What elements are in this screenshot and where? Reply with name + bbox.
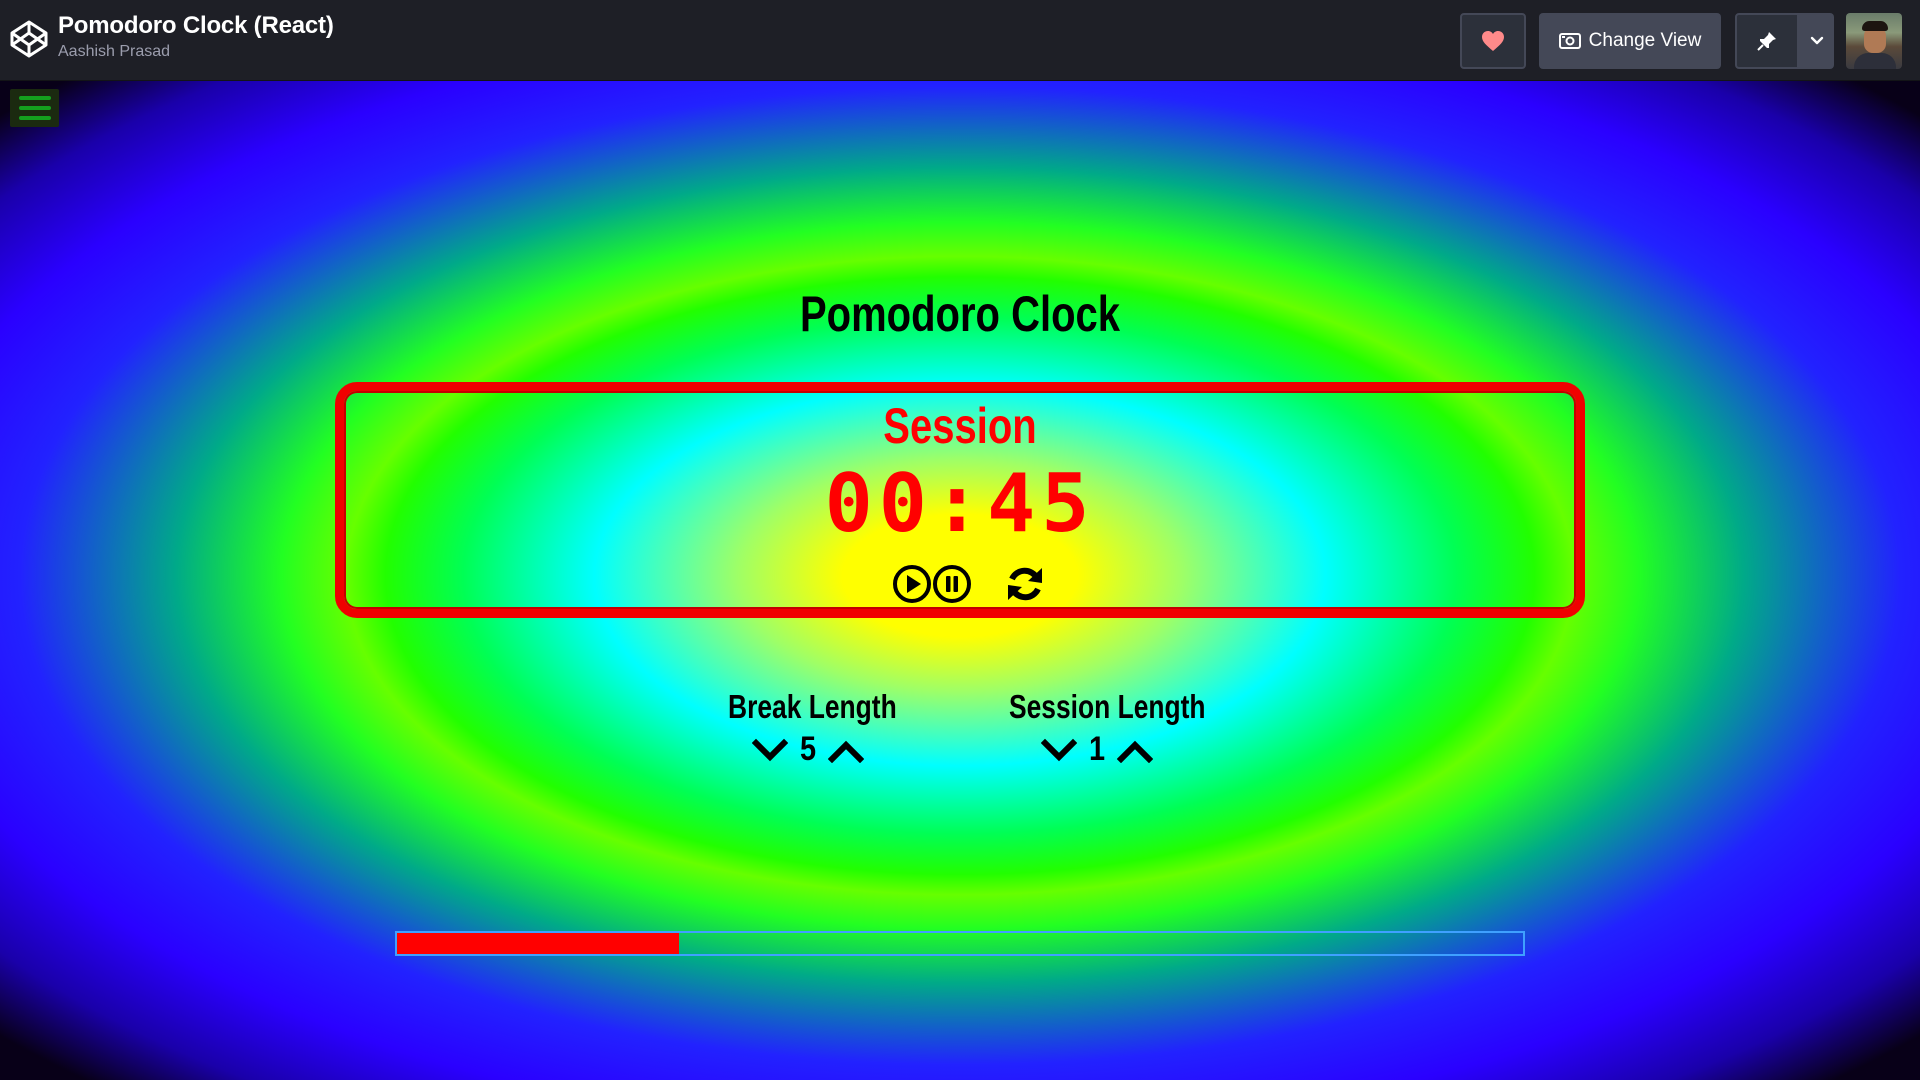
avatar-body-shape (1854, 53, 1896, 69)
timer-display: 00:45 (824, 457, 1096, 550)
change-view-button[interactable]: Change View (1539, 13, 1721, 69)
break-increment-button[interactable] (828, 737, 864, 763)
avatar-hair-shape (1862, 21, 1888, 31)
hamburger-menu-button[interactable] (10, 89, 59, 127)
break-length-label: Break Length (728, 688, 897, 725)
chevron-up-icon (828, 740, 864, 763)
session-length-label: Session Length (1009, 688, 1206, 725)
pin-dropdown-button[interactable] (1799, 13, 1834, 69)
app-title: Pomodoro Clock (799, 286, 1121, 342)
session-length-group: Session Length 1 (987, 688, 1207, 769)
reset-button[interactable] (1004, 564, 1046, 604)
pause-button[interactable] (932, 564, 972, 604)
session-length-value: 1 (1088, 730, 1106, 768)
session-progress-fill (397, 933, 679, 954)
hamburger-line (18, 96, 51, 100)
pen-title: Pomodoro Clock (React) (58, 12, 334, 39)
timer-controls (892, 564, 1046, 604)
play-icon (893, 565, 931, 603)
hamburger-line (18, 106, 51, 110)
pen-preview: Pomodoro Clock Session 00:45 Break Lengt… (0, 81, 1920, 1080)
break-length-value: 5 (799, 730, 817, 768)
hamburger-line (18, 116, 51, 120)
user-avatar[interactable] (1846, 13, 1902, 69)
break-length-row: 5 (708, 730, 908, 769)
like-button[interactable] (1460, 13, 1526, 69)
chevron-down-icon (752, 738, 788, 761)
chevron-up-icon (1117, 740, 1153, 763)
chevron-down-icon (1041, 738, 1077, 761)
pin-button[interactable] (1735, 13, 1799, 69)
codepen-logo-icon[interactable] (9, 19, 49, 59)
eye-icon (1558, 33, 1581, 49)
session-increment-button[interactable] (1117, 737, 1153, 763)
timer-panel: Session 00:45 (335, 382, 1585, 618)
session-progress-bar (395, 931, 1525, 956)
pen-author-link[interactable]: Aashish Prasad (58, 42, 334, 62)
change-view-label: Change View (1588, 30, 1702, 51)
break-decrement-button[interactable] (752, 737, 788, 763)
start-button[interactable] (892, 564, 932, 604)
timer-mode-label: Session (883, 398, 1037, 454)
session-decrement-button[interactable] (1041, 737, 1077, 763)
pin-icon (1757, 32, 1776, 51)
pause-icon (933, 565, 971, 603)
pen-title-block: Pomodoro Clock (React) Aashish Prasad (58, 10, 334, 62)
break-length-group: Break Length 5 (708, 688, 908, 769)
chevron-down-icon (1810, 36, 1823, 45)
refresh-icon (1008, 567, 1042, 601)
session-length-row: 1 (987, 730, 1207, 769)
heart-icon (1482, 31, 1504, 51)
codepen-header: Pomodoro Clock (React) Aashish Prasad Ch… (0, 0, 1920, 81)
